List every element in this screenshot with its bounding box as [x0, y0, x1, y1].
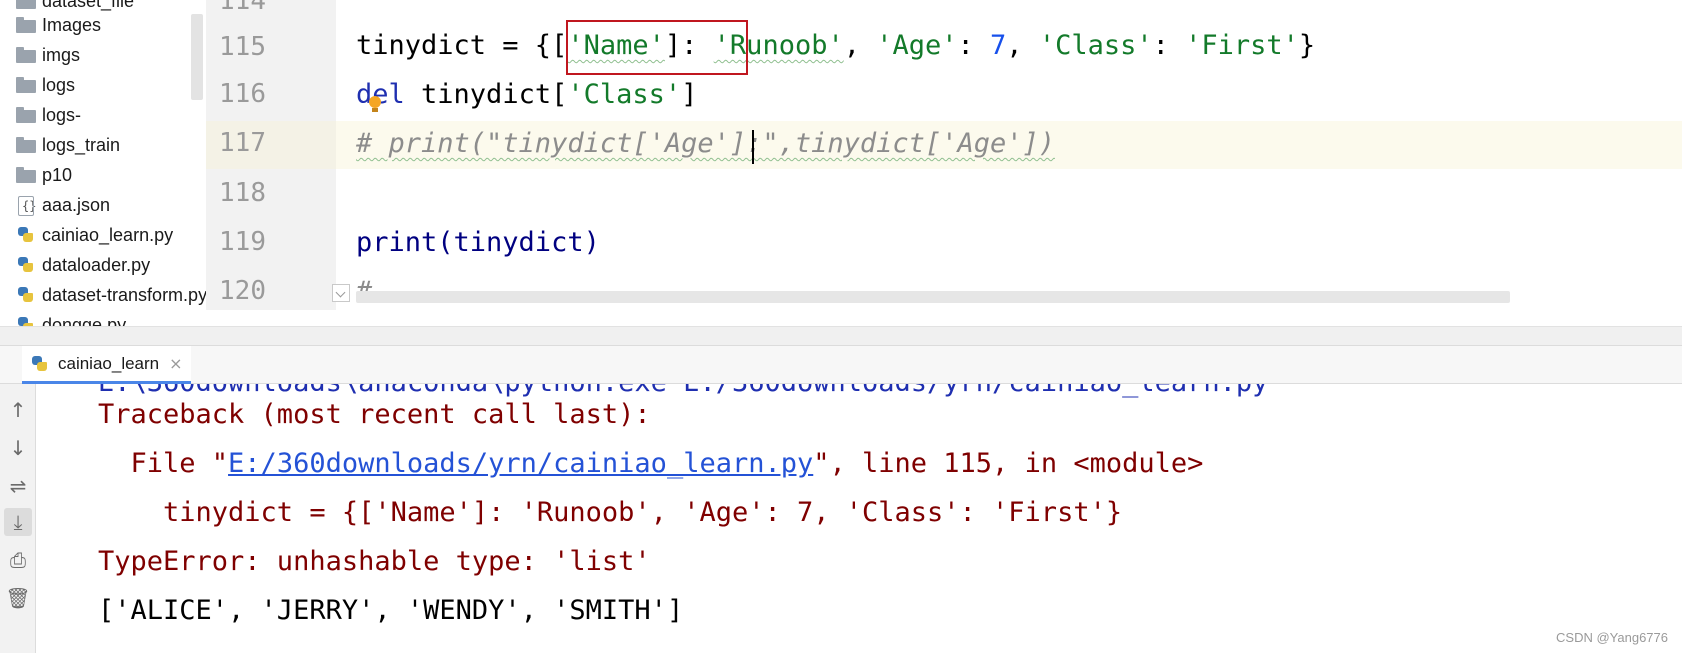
code-line-117[interactable]: # print("tinydict['Age']:",tinydict['Age…: [356, 128, 1055, 160]
highlight-box: [566, 20, 748, 75]
close-icon[interactable]: ×: [169, 354, 182, 373]
line-number: 117: [219, 128, 266, 158]
arrow-down-icon[interactable]: ↓: [4, 434, 32, 462]
code-line-116[interactable]: del tinydict['Class']: [356, 79, 697, 111]
line-number: 114: [219, 0, 266, 16]
run-tab-cainiao-learn[interactable]: cainiao_learn ×: [22, 346, 191, 384]
text-caret: [752, 130, 754, 164]
line-number: 119: [219, 227, 266, 257]
console-output[interactable]: E:\360downloads\anaconda\python.exe E:/3…: [36, 384, 1682, 653]
soft-wrap-icon[interactable]: ⇌: [4, 472, 32, 500]
traceback-code-line: tinydict = {['Name']: 'Runoob', 'Age': 7…: [98, 497, 1123, 528]
trash-icon[interactable]: 🗑: [4, 584, 32, 612]
folder-icon: [16, 0, 36, 10]
line-number: 115: [219, 32, 266, 62]
fold-icon[interactable]: [332, 284, 350, 302]
arrow-up-icon[interactable]: ↑: [4, 396, 32, 424]
line-number: 116: [219, 79, 266, 109]
lightbulb-icon[interactable]: [368, 96, 382, 112]
folder-icon: [16, 76, 36, 94]
traceback-file-line: File "E:/360downloads/yrn/cainiao_learn.…: [98, 448, 1204, 479]
code-line-115[interactable]: tinydict = {['Name']: 'Runoob', 'Age': 7…: [356, 30, 1315, 62]
folder-icon: [16, 106, 36, 124]
code-line-119[interactable]: print(tinydict): [356, 227, 600, 259]
folder-icon: [16, 16, 36, 34]
python-run-icon: [30, 355, 48, 373]
program-output: ['ALICE', 'JERRY', 'WENDY', 'SMITH']: [98, 595, 684, 626]
traceback-header: Traceback (most recent call last):: [98, 399, 651, 430]
error-message: TypeError: unhashable type: 'list': [98, 546, 651, 577]
print-icon[interactable]: ⎙: [4, 546, 32, 574]
line-number: 120: [219, 276, 266, 306]
json-file-icon: [16, 196, 36, 216]
python-file-icon: [16, 316, 36, 326]
python-file-icon: [16, 286, 36, 304]
line-number: 118: [219, 178, 266, 208]
editor-horizontal-scrollbar[interactable]: [356, 291, 1510, 303]
folder-icon: [16, 46, 36, 64]
folder-icon: [16, 166, 36, 184]
scroll-to-end-icon[interactable]: ⤓: [4, 508, 32, 536]
console-toolbar: ↑ ↓ ⇌ ⤓ ⎙ 🗑: [0, 384, 36, 653]
project-tree: dataset_file Images imgs logs logs- logs…: [0, 0, 206, 326]
panel-splitter[interactable]: [0, 326, 1682, 346]
python-file-icon: [16, 256, 36, 274]
watermark: CSDN @Yang6776: [1556, 630, 1668, 645]
file-link[interactable]: E:/360downloads/yrn/cainiao_learn.py: [228, 448, 813, 479]
run-tab-bar: cainiao_learn ×: [0, 346, 1682, 384]
python-file-icon: [16, 226, 36, 244]
folder-icon: [16, 136, 36, 154]
tree-scrollbar[interactable]: [191, 14, 203, 100]
